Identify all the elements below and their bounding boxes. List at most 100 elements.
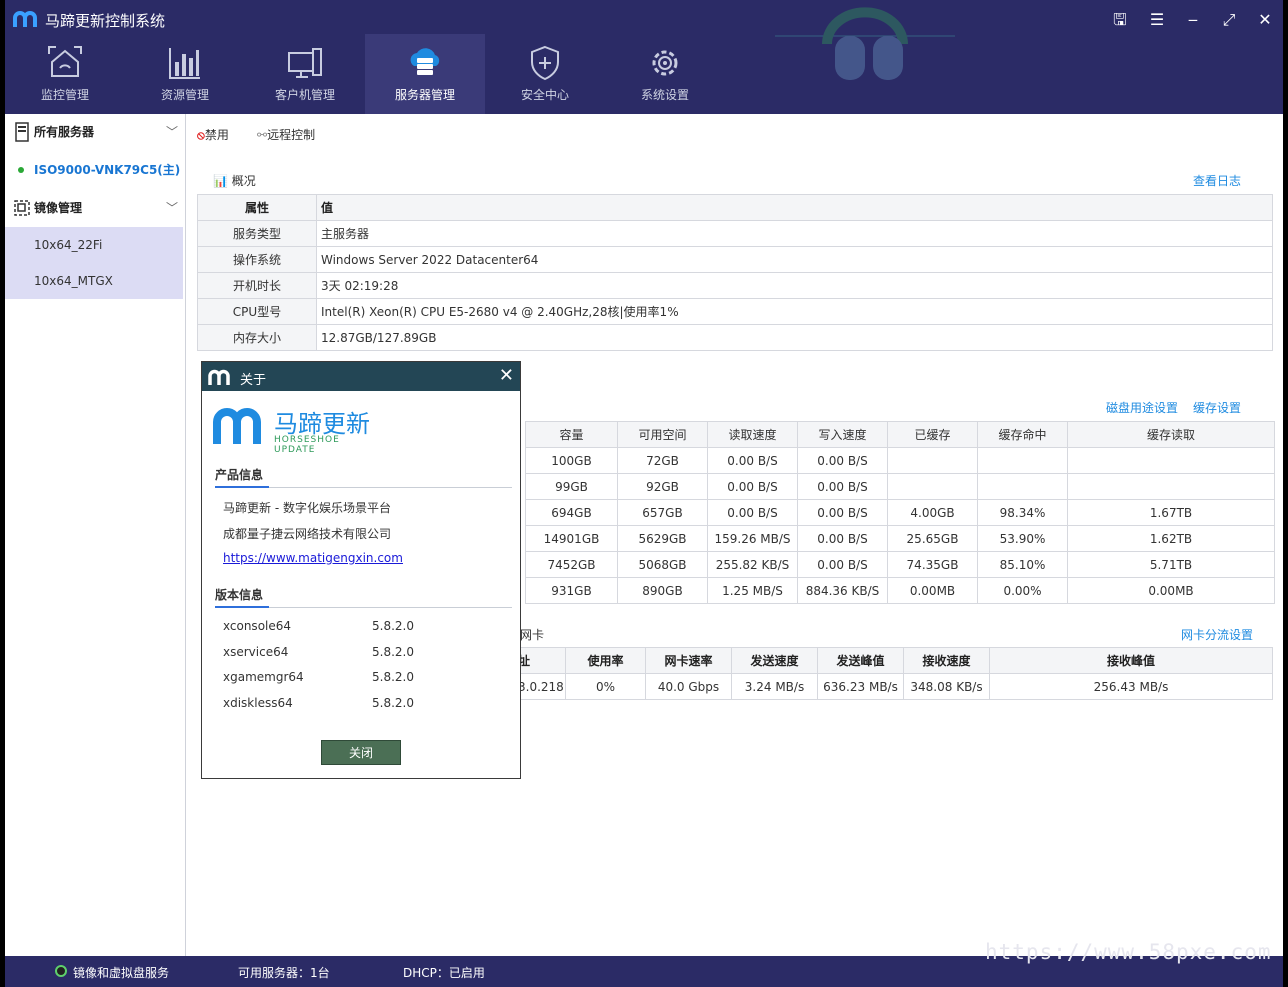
table-cell: 72GB <box>617 447 708 474</box>
sidebar-image-mgmt[interactable]: 镜像管理 ﹀ <box>5 190 186 226</box>
close-icon[interactable]: ✕ <box>499 365 514 386</box>
table-header: 已缓存 <box>887 421 978 448</box>
brand-name-cn: 马蹄更新 <box>274 410 370 438</box>
table-header: 使用率 <box>565 647 646 674</box>
nav-tab-security[interactable]: 安全中心 <box>485 34 605 114</box>
table-header: 接收峰值 <box>989 647 1273 674</box>
table-cell: 256.43 MB/s <box>989 673 1273 700</box>
table-cell: 100GB <box>525 447 618 474</box>
overview-table: 属性值 服务类型 主服务器 操作系统 Windows Server 2022 Dat… <box>197 194 1273 351</box>
table-cell: 1.67TB <box>1067 499 1275 526</box>
chart-icon: 📊 <box>213 174 228 188</box>
table-cell: 98.34% <box>977 499 1068 526</box>
table-cell: Intel(R) Xeon(R) CPU E5-2680 v4 @ 2.40GH… <box>316 298 1273 325</box>
nic-title: 网卡 <box>520 628 545 642</box>
version-row: xgamemgr64 5.8.2.0 <box>223 670 414 684</box>
ban-icon: ⦸ <box>197 128 205 142</box>
nic-split-settings-link[interactable]: 网卡分流设置 <box>1181 626 1253 643</box>
table-cell: 3.24 MB/s <box>731 673 818 700</box>
table-cell: 5.71TB <box>1067 551 1275 578</box>
table-cell: 7452GB <box>525 551 618 578</box>
table-row[interactable]: 3.0.218 0% 40.0 Gbps 3.24 MB/s 636.23 MB/s 34… <box>517 673 1273 700</box>
sidebar-all-servers[interactable]: 所有服务器 ﹀ <box>5 114 186 150</box>
table-row: 服务类型 主服务器 <box>197 220 1273 247</box>
nav-tab-settings[interactable]: 系统设置 <box>605 34 725 114</box>
table-cell: 4.00GB <box>887 499 978 526</box>
cache-settings-link[interactable]: 缓存设置 <box>1193 399 1241 416</box>
maximize-icon[interactable]: ⤢ <box>1217 8 1241 32</box>
table-cell: 0% <box>565 673 646 700</box>
service-status-text: 镜像和虚拟盘服务 <box>73 966 170 980</box>
table-cell: 890GB <box>617 577 708 604</box>
table-header: 写入速度 <box>797 421 888 448</box>
nav-tab-clients[interactable]: 客户机管理 <box>245 34 365 114</box>
table-cell: 40.0 Gbps <box>645 673 732 700</box>
table-cell: 0.00% <box>977 577 1068 604</box>
table-cell: Windows Server 2022 Datacenter64 <box>316 246 1273 273</box>
overview-title-text: 概况 <box>231 174 256 188</box>
disable-button[interactable]: ⦸禁用 <box>197 126 229 143</box>
table-header: 缓存命中 <box>977 421 1068 448</box>
table-row[interactable]: 7452GB 5068GB 255.82 KB/S 0.00 B/S 74.35GB 85… <box>525 551 1275 578</box>
table-cell: 0.00 B/S <box>797 447 888 474</box>
table-cell: CPU型号 <box>197 298 317 325</box>
brand-name-en: HORSESHOE UPDATE <box>274 435 340 455</box>
remote-control-button[interactable]: ⚯远程控制 <box>257 126 315 143</box>
table-cell: 0.00 B/S <box>797 551 888 578</box>
nav-tab-servers[interactable]: 服务器管理 <box>365 34 485 114</box>
app-logo-icon <box>13 11 37 27</box>
website-link[interactable]: https://www.matigengxin.com <box>223 551 403 565</box>
table-cell: 内存大小 <box>197 324 317 351</box>
view-log-link[interactable]: 查看日志 <box>1193 172 1241 189</box>
table-row[interactable]: 931GB 890GB 1.25 MB/S 884.36 KB/S 0.00MB 0.00… <box>525 577 1275 604</box>
nav-tab-monitor[interactable]: 监控管理 <box>5 34 125 114</box>
save-icon[interactable]: 🖫 <box>1108 8 1132 32</box>
monitor-icon <box>288 48 322 78</box>
table-cell: 14901GB <box>525 525 618 552</box>
nav-tab-resources[interactable]: 资源管理 <box>125 34 245 114</box>
table-row[interactable]: 100GB 72GB 0.00 B/S 0.00 B/S <box>525 447 1275 474</box>
version-row: xconsole64 5.8.2.0 <box>223 619 414 633</box>
sidebar-item-image[interactable]: 10x64_MTGX <box>5 263 183 299</box>
disk-table: 容量 可用空间 读取速度 写入速度 已缓存 缓存命中 缓存读取 100GB 72GB 0.00 … <box>525 421 1275 604</box>
horseshoe-logo-icon <box>213 408 261 444</box>
chevron-down-icon[interactable]: ﹀ <box>166 190 178 226</box>
sidebar-item-image[interactable]: 10x64_22Fi <box>5 227 183 263</box>
table-row[interactable]: 694GB 657GB 0.00 B/S 0.00 B/S 4.00GB 98.34% 1.… <box>525 499 1275 526</box>
table-row[interactable]: 99GB 92GB 0.00 B/S 0.00 B/S <box>525 473 1275 500</box>
nav-label: 资源管理 <box>160 88 209 102</box>
module-version: 5.8.2.0 <box>372 619 414 633</box>
top-bar: 马蹄更新控制系统 🖫 ☰ ‒ ⤢ ✕ 监控管理 资源管理 客户机管理 服务器管理… <box>5 0 1283 114</box>
app-window: 马蹄更新控制系统 🖫 ☰ ‒ ⤢ ✕ 监控管理 资源管理 客户机管理 服务器管理… <box>5 0 1283 987</box>
table-cell: 3.0.218 <box>517 673 566 700</box>
dialog-logo-icon <box>208 369 230 385</box>
table-cell: 92GB <box>617 473 708 500</box>
table-cell: 0.00MB <box>1067 577 1275 604</box>
close-button[interactable]: 关闭 <box>321 740 401 765</box>
table-header: 值 <box>316 194 1273 221</box>
table-header: 可用空间 <box>617 421 708 448</box>
image-icon <box>14 200 30 216</box>
table-row[interactable]: 14901GB 5629GB 159.26 MB/S 0.00 B/S 25.65GB 5… <box>525 525 1275 552</box>
available-servers-text: 可用服务器：1台 <box>238 966 330 980</box>
company-line: 成都量子捷云网络技术有限公司 <box>223 527 392 541</box>
disable-label: 禁用 <box>204 128 229 142</box>
disk-usage-settings-link[interactable]: 磁盘用途设置 <box>1106 399 1178 416</box>
table-cell: 1.62TB <box>1067 525 1275 552</box>
table-cell: 开机时长 <box>197 272 317 299</box>
version-row: xservice64 5.8.2.0 <box>223 645 414 659</box>
table-cell: 884.36 KB/S <box>797 577 888 604</box>
table-cell <box>977 447 1068 474</box>
table-cell: 348.08 KB/s <box>903 673 990 700</box>
product-line: 马蹄更新 - 数字化娱乐场景平台 <box>223 501 391 515</box>
nav-label: 服务器管理 <box>394 88 455 102</box>
table-header: 接收速度 <box>903 647 990 674</box>
table-header: 发送峰值 <box>817 647 904 674</box>
chevron-down-icon[interactable]: ﹀ <box>166 114 178 150</box>
close-icon[interactable]: ✕ <box>1253 8 1277 32</box>
minimize-icon[interactable]: ‒ <box>1181 8 1205 32</box>
sidebar-item-server[interactable]: ISO9000-VNK79C5(主) <box>5 150 186 190</box>
table-cell: 694GB <box>525 499 618 526</box>
menu-icon[interactable]: ☰ <box>1145 8 1169 32</box>
module-name: xdiskless64 <box>223 696 293 710</box>
